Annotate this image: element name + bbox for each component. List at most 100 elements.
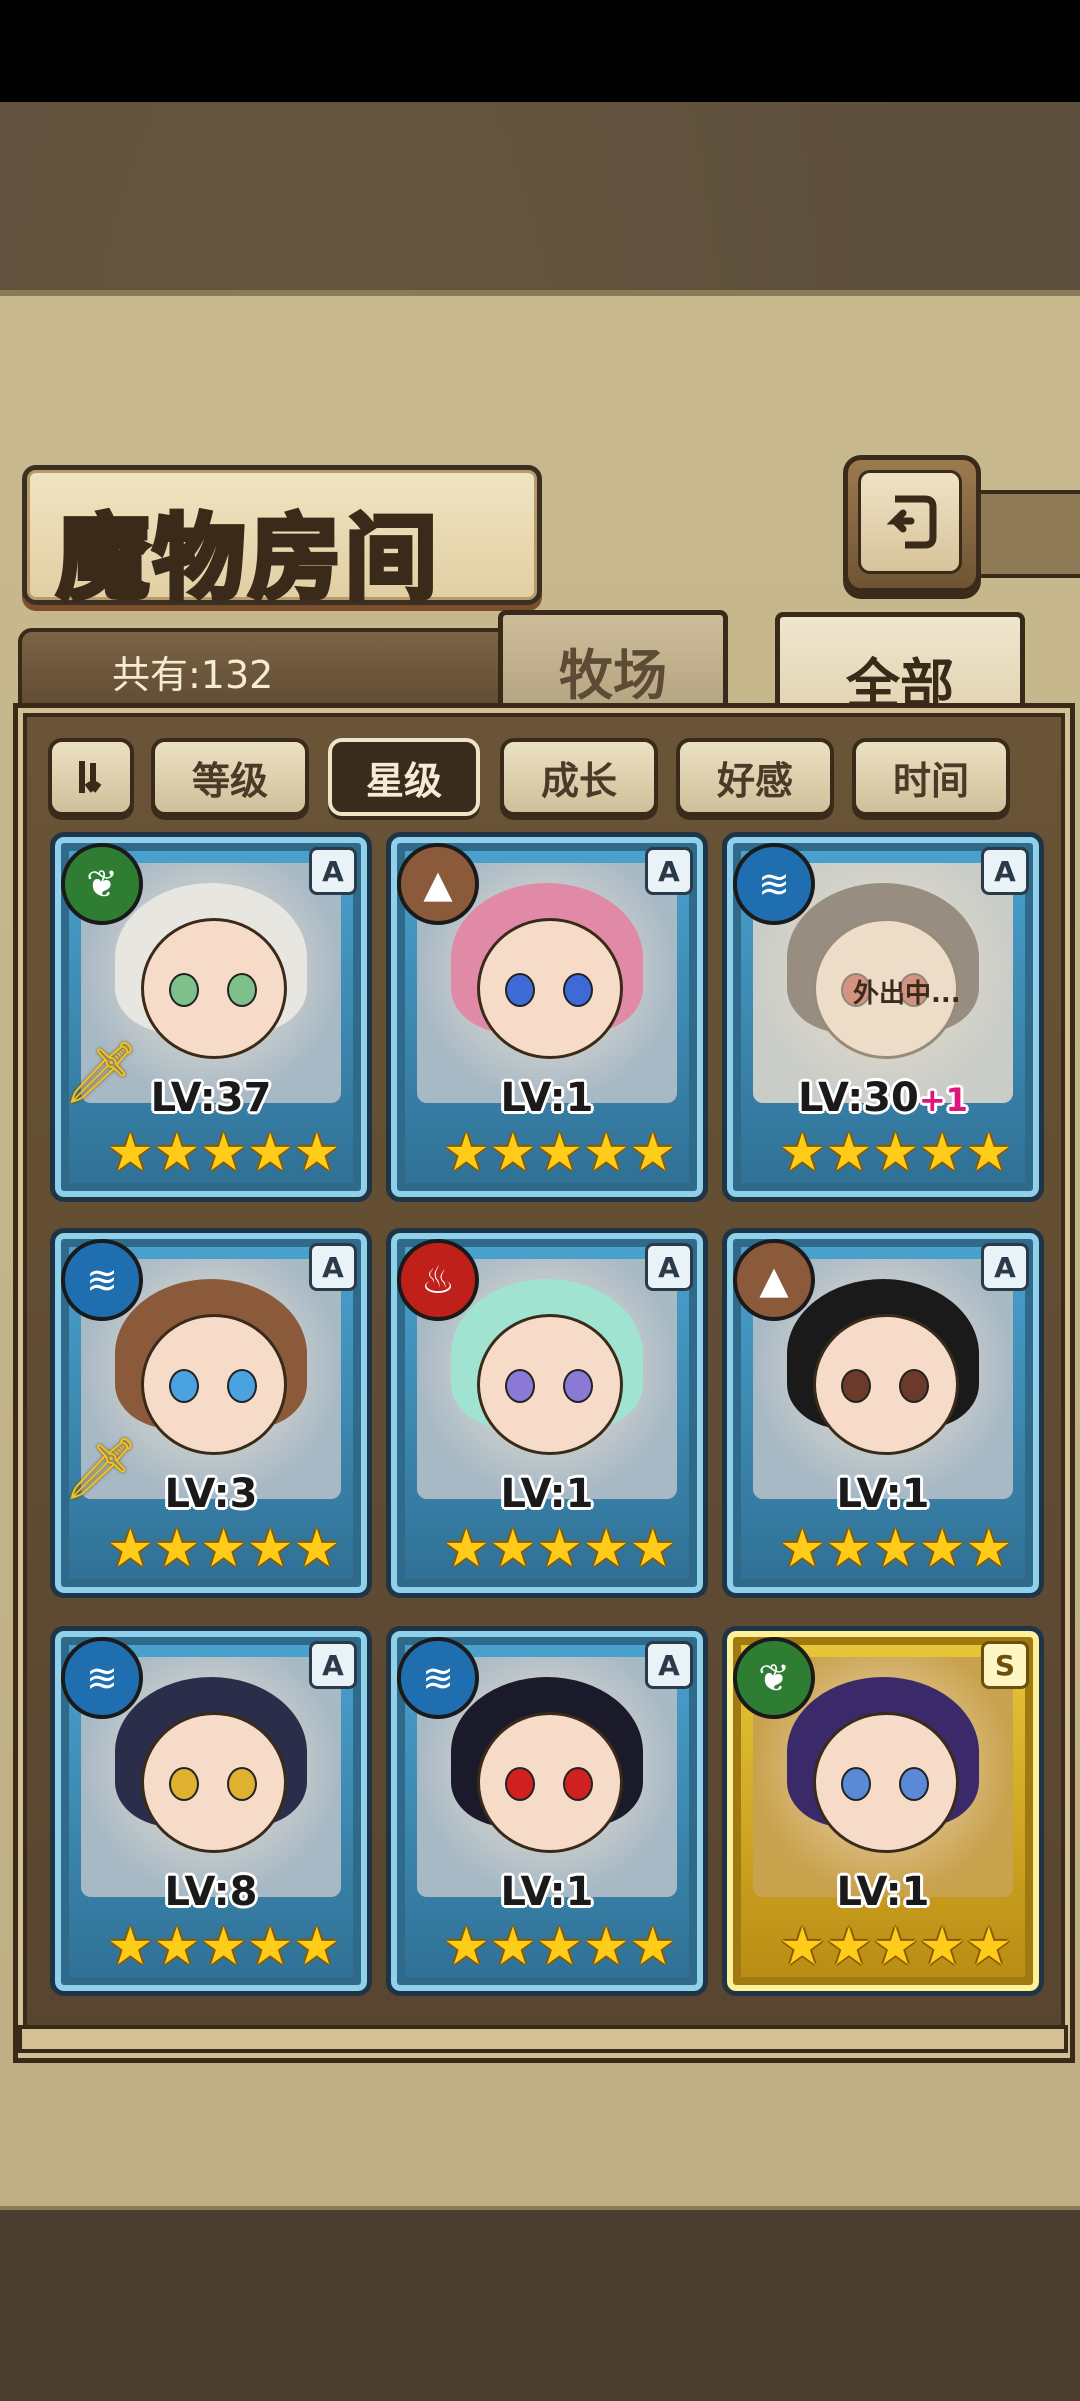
monster-level: LV:30+1: [727, 1075, 1039, 1121]
star-rating: ★ ★ ★ ★ ★: [443, 1917, 676, 1977]
grass-element-icon: ❦: [733, 1637, 815, 1719]
monster-level: LV:1: [727, 1471, 1039, 1517]
filter-affection-button[interactable]: 好感: [676, 738, 834, 816]
monster-face: [141, 918, 287, 1059]
rank-badge: A: [309, 1243, 357, 1291]
monster-eye: [563, 1369, 593, 1403]
star-rating: ★ ★ ★ ★ ★: [107, 1917, 340, 1977]
monster-eye: [505, 1767, 535, 1801]
monster-eye: [227, 973, 257, 1007]
monster-card[interactable]: ❦ A 🗡 LV:37 ★ ★ ★ ★ ★: [50, 832, 372, 1202]
monster-level: LV:37: [55, 1075, 367, 1121]
star-icon: ★: [825, 1917, 873, 1977]
sort-icon: [79, 761, 102, 793]
level-text: LV:1: [500, 1075, 594, 1121]
back-button[interactable]: [843, 455, 981, 593]
star-icon: ★: [246, 1519, 294, 1579]
page-title: 魔物房间: [54, 503, 442, 615]
monster-card[interactable]: ♨ A LV:1 ★ ★ ★ ★ ★: [386, 1228, 708, 1598]
star-icon: ★: [825, 1123, 873, 1183]
star-icon: ★: [443, 1917, 490, 1977]
monster-card[interactable]: ❦ S LV:1 ★ ★ ★ ★ ★: [722, 1626, 1044, 1996]
filter-row: 等级 星级 成长 好感 时间: [48, 738, 1038, 818]
monster-card[interactable]: ▲ A LV:1 ★ ★ ★ ★ ★: [722, 1228, 1044, 1598]
monster-card[interactable]: ▲ A LV:1 ★ ★ ★ ★ ★: [386, 832, 708, 1202]
star-icon: ★: [293, 1519, 341, 1579]
star-icon: ★: [293, 1123, 341, 1183]
star-rating: ★ ★ ★ ★ ★: [779, 1917, 1012, 1977]
star-icon: ★: [536, 1519, 583, 1579]
monster-face: [813, 1314, 959, 1455]
star-icon: ★: [779, 1519, 826, 1579]
level-text: LV:1: [836, 1471, 930, 1517]
filter-level-button[interactable]: 等级: [151, 738, 309, 816]
level-text: LV:8: [164, 1869, 258, 1915]
star-icon: ★: [582, 1917, 630, 1977]
system-nav-area: [0, 2210, 1080, 2401]
water-element-icon: ≋: [733, 843, 815, 925]
star-icon: ★: [629, 1123, 677, 1183]
star-icon: ★: [489, 1519, 537, 1579]
star-icon: ★: [918, 1123, 966, 1183]
star-icon: ★: [246, 1917, 294, 1977]
star-icon: ★: [153, 1519, 201, 1579]
filter-time-button[interactable]: 时间: [852, 738, 1010, 816]
monster-level: LV:1: [391, 1075, 703, 1121]
monster-card[interactable]: ≋ A LV:8 ★ ★ ★ ★ ★: [50, 1626, 372, 1996]
star-rating: ★ ★ ★ ★ ★: [443, 1519, 676, 1579]
monster-eye: [899, 1767, 929, 1801]
star-rating: ★ ★ ★ ★ ★: [779, 1123, 1012, 1183]
monster-eye: [505, 973, 535, 1007]
monster-card[interactable]: ≋ A LV:1 ★ ★ ★ ★ ★: [386, 1626, 708, 1996]
monster-level: LV:1: [727, 1869, 1039, 1915]
rank-badge: S: [981, 1641, 1029, 1689]
star-icon: ★: [965, 1519, 1013, 1579]
filter-star-button[interactable]: 星级: [328, 738, 480, 816]
monster-level: LV:1: [391, 1471, 703, 1517]
star-icon: ★: [629, 1519, 677, 1579]
water-element-icon: ≋: [61, 1239, 143, 1321]
status-bar: [0, 0, 1080, 102]
monster-eye: [563, 973, 593, 1007]
water-element-icon: ≋: [397, 1637, 479, 1719]
earth-element-icon: ▲: [397, 843, 479, 925]
star-icon: ★: [200, 1123, 247, 1183]
star-rating: ★ ★ ★ ★ ★: [443, 1123, 676, 1183]
star-icon: ★: [825, 1519, 873, 1579]
star-icon: ★: [629, 1917, 677, 1977]
level-text: LV:3: [164, 1471, 258, 1517]
star-icon: ★: [965, 1123, 1013, 1183]
level-text: LV:37: [150, 1075, 272, 1121]
monster-card[interactable]: ≋ A 🗡 LV:3 ★ ★ ★ ★ ★: [50, 1228, 372, 1598]
monster-eye: [227, 1369, 257, 1403]
rank-badge: A: [645, 1641, 693, 1689]
monster-eye: [169, 1767, 199, 1801]
monster-eye: [899, 1369, 929, 1403]
star-rating: ★ ★ ★ ★ ★: [779, 1519, 1012, 1579]
star-icon: ★: [107, 1519, 154, 1579]
level-text: LV:1: [500, 1471, 594, 1517]
sort-order-button[interactable]: [48, 738, 134, 816]
filter-growth-button[interactable]: 成长: [500, 738, 658, 816]
star-icon: ★: [536, 1123, 583, 1183]
monster-face: [477, 1712, 623, 1853]
side-bar-decoration: [975, 490, 1080, 578]
monster-face: [813, 1712, 959, 1853]
monster-level: LV:8: [55, 1869, 367, 1915]
star-icon: ★: [918, 1917, 966, 1977]
star-icon: ★: [489, 1917, 537, 1977]
rank-badge: A: [645, 847, 693, 895]
back-arrow-icon: [858, 470, 962, 574]
star-icon: ★: [246, 1123, 294, 1183]
star-icon: ★: [536, 1917, 583, 1977]
rank-badge: A: [981, 1243, 1029, 1291]
monster-eye: [841, 1369, 871, 1403]
monster-card[interactable]: 外出中... ≋ A LV:30+1 ★ ★ ★ ★ ★: [722, 832, 1044, 1202]
rank-badge: A: [981, 847, 1029, 895]
star-icon: ★: [582, 1123, 630, 1183]
monster-eye: [505, 1369, 535, 1403]
water-element-icon: ≋: [61, 1637, 143, 1719]
star-icon: ★: [443, 1123, 490, 1183]
star-icon: ★: [443, 1519, 490, 1579]
star-icon: ★: [153, 1917, 201, 1977]
